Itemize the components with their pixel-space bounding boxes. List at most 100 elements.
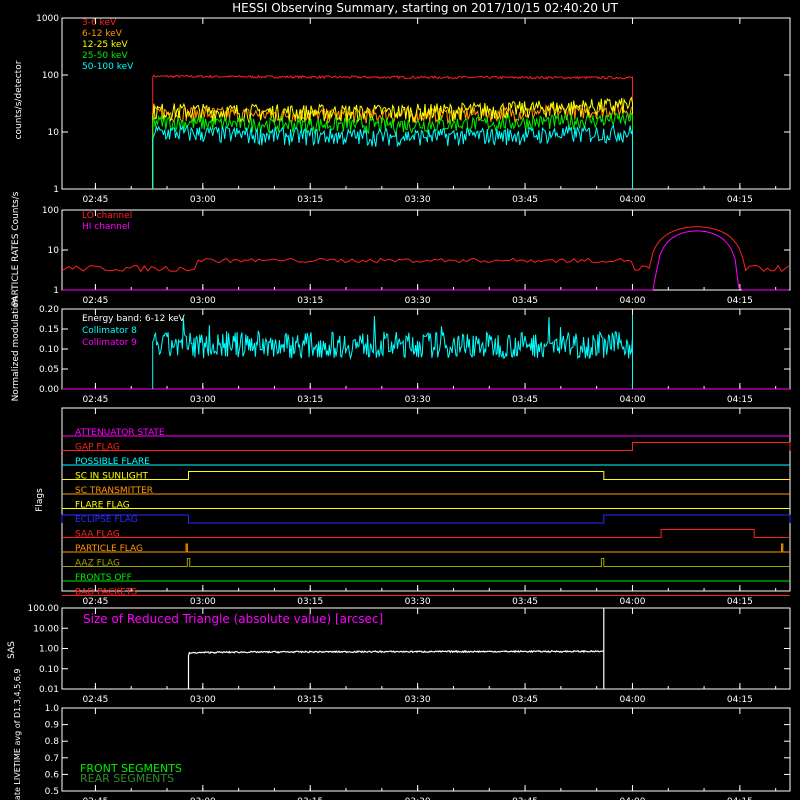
y-tick-label: 0.6 (45, 770, 60, 780)
flag-line-eclipse-flag (61, 514, 791, 524)
flags-ylabel: Flags (35, 488, 45, 512)
livetime-ylabel: Mon. Rate LIVETIME avg of D1,3,4,5,6,9 (13, 669, 22, 800)
y-tick-label: 0.10 (39, 665, 59, 675)
flag-line-particle-flag (62, 543, 790, 553)
y-tick-label: 100 (42, 71, 59, 81)
x-tick-label: 04:00 (619, 195, 645, 205)
count-rate-panel: counts/s/detector 3-6 keV 6-12 keV 12-25… (14, 14, 791, 205)
flag-line-sc-in-sunlight (62, 471, 790, 480)
x-tick-label: 02:45 (82, 395, 108, 405)
y-tick-label: 0.01 (39, 685, 59, 695)
particle-rates-ylabel-1: PARTICLE RATES Counts/s (11, 191, 21, 306)
flag-label: SC TRANSMITTER (75, 486, 153, 496)
series-line-collimator-8 (152, 315, 633, 389)
x-tick-label: 04:00 (619, 395, 645, 405)
sas-annotation: Size of Reduced Triangle (absolute value… (83, 612, 383, 626)
y-tick-label: 0.20 (39, 305, 59, 315)
x-tick-label: 03:15 (297, 395, 323, 405)
count-rate-ylabel: counts/s/detector (14, 60, 24, 139)
y-tick-label: 1 (53, 185, 59, 195)
x-tick-label: 03:45 (512, 195, 538, 205)
y-tick-label: 0.00 (39, 385, 59, 395)
x-tick-label: 03:00 (190, 296, 216, 306)
hessi-summary-figure: HESSI Observing Summary, starting on 201… (7, 1, 791, 800)
modulation-ylabel: Normalized modulation (11, 297, 21, 402)
legend-collimator-8: Collimator 8 (82, 326, 137, 336)
y-tick-label: 0.15 (39, 325, 59, 335)
x-tick-label: 03:00 (190, 195, 216, 205)
x-tick-label: 03:30 (405, 296, 431, 306)
flag-label: FLARE FLAG (75, 501, 130, 511)
legend-3-6-kev: 3-6 keV (82, 18, 117, 28)
flag-label: SC IN SUNLIGHT (75, 472, 149, 482)
x-tick-label: 03:45 (512, 296, 538, 306)
legend-25-50-kev: 25-50 keV (82, 51, 128, 61)
x-tick-label: 02:45 (82, 597, 108, 607)
legend-collimator-9: Collimator 9 (82, 338, 137, 348)
flag-label: PARTICLE FLAG (75, 544, 143, 554)
x-tick-label: 02:45 (82, 296, 108, 306)
y-tick-label: 10 (48, 246, 60, 256)
y-tick-label: 10 (48, 128, 60, 138)
series-line-50-100-kev (152, 123, 633, 189)
y-tick-label: 0.5 (45, 787, 59, 797)
panel-frame (61, 17, 791, 190)
flag-line-saa-flag (62, 529, 790, 538)
y-tick-label: 1.0 (45, 704, 60, 714)
flag-label: POSSIBLE FLARE (75, 457, 150, 467)
x-tick-label: 03:45 (512, 597, 538, 607)
series-line-3-6-kev (152, 74, 633, 189)
x-tick-label: 02:45 (82, 695, 108, 705)
x-tick-label: 03:30 (405, 395, 431, 405)
y-tick-label: 0.7 (45, 754, 59, 764)
x-tick-label: 03:15 (297, 195, 323, 205)
y-tick-label: 0.05 (39, 365, 59, 375)
legend-6-12-kev: 6-12 keV (82, 29, 123, 39)
x-tick-label: 04:15 (727, 195, 753, 205)
legend-50-100-kev: 50-100 keV (82, 62, 134, 72)
flag-label: ECLIPSE FLAG (75, 515, 138, 525)
flag-label: AAZ FLAG (75, 559, 120, 569)
modulation-panel: Normalized modulation Energy band: 6-12 … (11, 297, 791, 405)
x-tick-label: 04:15 (727, 395, 753, 405)
flag-label: ATTENUATOR STATE (75, 428, 165, 438)
sas-panel: SAS Size of Reduced Triangle (absolute v… (7, 604, 791, 705)
flags-panel: Flags 02:45 03:00 03:15 03:30 03:45 04:00 04:1… (35, 407, 791, 607)
x-tick-label: 03:30 (405, 195, 431, 205)
flag-label: FRONTS OFF (75, 573, 132, 583)
flag-line-aaz-flag (62, 558, 790, 567)
x-tick-label: 04:15 (727, 597, 753, 607)
series-line-25-50-kev (152, 112, 633, 189)
series-line-lo-channel (61, 226, 790, 273)
x-tick-label: 03:00 (190, 695, 216, 705)
x-tick-label: 04:00 (619, 296, 645, 306)
y-tick-label: 100 (42, 206, 59, 216)
legend-rear-segments: REAR SEGMENTS (80, 772, 174, 785)
flag-label: SAA FLAG (75, 530, 120, 540)
panel-frame (61, 209, 791, 291)
y-tick-label: 0.10 (39, 345, 59, 355)
y-tick-label: 100.00 (28, 604, 60, 614)
x-tick-label: 03:00 (190, 597, 216, 607)
livetime-panel: Mon. Rate LIVETIME avg of D1,3,4,5,6,9 F… (13, 669, 791, 800)
x-tick-label: 03:15 (297, 296, 323, 306)
x-tick-label: 04:15 (727, 695, 753, 705)
particle-rates-panel: PARTICLE RATES Counts/s LO channel HI ch… (11, 191, 791, 306)
x-tick-label: 04:15 (727, 296, 753, 306)
panel-frame (61, 407, 791, 592)
x-tick-label: 02:45 (82, 195, 108, 205)
y-tick-label: 1.00 (39, 645, 59, 655)
flag-line-gap-flag (62, 442, 791, 451)
y-tick-label: 0.9 (45, 721, 60, 731)
sas-ylabel: SAS (7, 641, 17, 659)
energy-band-annotation: Energy band: 6-12 keV (82, 314, 186, 324)
x-tick-label: 03:45 (512, 395, 538, 405)
x-tick-label: 03:15 (297, 695, 323, 705)
x-tick-label: 03:30 (405, 695, 431, 705)
y-tick-label: 1 (53, 286, 59, 296)
x-tick-label: 03:45 (512, 695, 538, 705)
y-tick-label: 1000 (36, 14, 59, 24)
flag-label: GAP FLAG (75, 443, 120, 453)
x-tick-label: 04:00 (619, 597, 645, 607)
y-tick-label: 10.00 (33, 624, 59, 634)
